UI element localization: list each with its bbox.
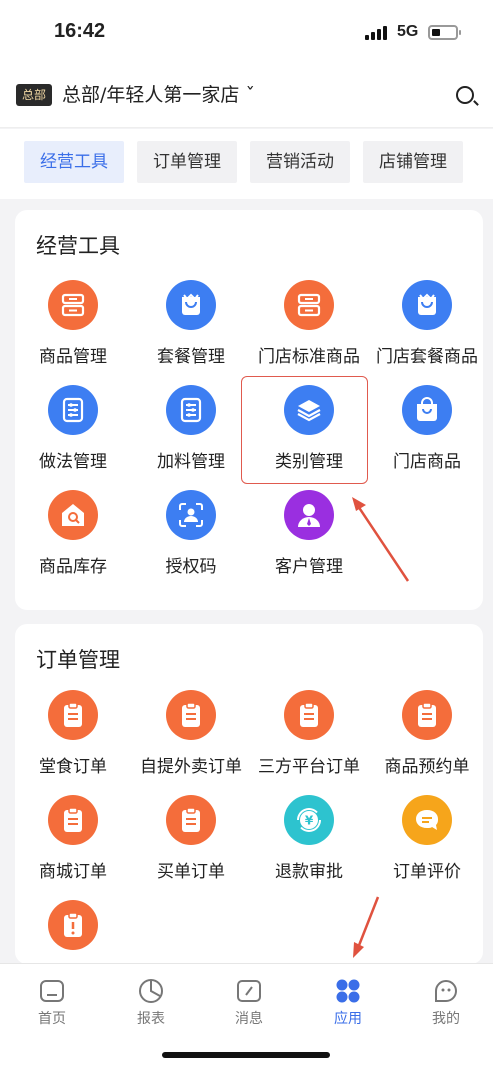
apps-icon — [335, 978, 361, 1004]
nav-profile[interactable]: 我的 — [416, 978, 476, 1028]
clipboard-icon — [48, 795, 98, 845]
nav-label: 应用 — [334, 1011, 362, 1027]
nav-label: 我的 — [432, 1011, 460, 1027]
store-icon — [48, 280, 98, 330]
app-tile-label: 商品预约单 — [384, 757, 470, 777]
status-bar: 16:42 5G — [0, 0, 493, 68]
app-tile[interactable]: 三方平台订单 — [250, 690, 368, 777]
tab-store-management[interactable]: 店铺管理 — [363, 141, 463, 183]
app-tile-label: 商品库存 — [39, 557, 107, 577]
app-tile[interactable]: 商品库存 — [14, 490, 132, 577]
app-tile-label: 买单订单 — [157, 862, 225, 882]
section-title: 订单管理 — [36, 648, 120, 672]
nav-home[interactable]: 首页 — [22, 978, 82, 1028]
app-tile[interactable]: 做法管理 — [14, 385, 132, 472]
app-tile[interactable]: 客户管理 — [250, 490, 368, 577]
clipboard-icon — [48, 690, 98, 740]
list-icon — [166, 385, 216, 435]
bottom-nav: 首页 报表 消息 应用 我的 — [0, 963, 493, 1065]
app-tile-label: 堂食订单 — [39, 757, 107, 777]
bag-icon — [402, 280, 452, 330]
app-tile-label: 套餐管理 — [157, 347, 225, 367]
app-tile-label: 商品管理 — [39, 347, 107, 367]
home-indicator — [162, 1052, 330, 1058]
app-tile[interactable]: 门店标准商品 — [250, 280, 368, 367]
app-tile[interactable]: 买单订单 — [132, 795, 250, 882]
app-tile[interactable]: 授权码 — [132, 490, 250, 577]
app-tile-label: 三方平台订单 — [258, 757, 360, 777]
chart-icon — [138, 978, 164, 1004]
nav-messages[interactable]: 消息 — [219, 978, 279, 1028]
nav-label: 首页 — [38, 1011, 66, 1027]
nav-apps[interactable]: 应用 — [318, 978, 378, 1028]
profile-icon — [433, 978, 459, 1004]
clipboard-icon — [166, 795, 216, 845]
app-tile-label: 商城订单 — [39, 862, 107, 882]
app-tile-label: 门店标准商品 — [258, 347, 360, 367]
shopping-bag-icon — [402, 385, 452, 435]
hq-badge: 总部 — [16, 84, 52, 106]
clipboard-icon — [166, 690, 216, 740]
scan-face-icon — [166, 490, 216, 540]
bag-icon — [166, 280, 216, 330]
refund-icon: ¥ — [284, 795, 334, 845]
svg-text:¥: ¥ — [305, 814, 314, 828]
app-tile-label: 门店套餐商品 — [376, 347, 478, 367]
nav-label: 报表 — [137, 1011, 165, 1027]
app-tile-label: 订单评价 — [393, 862, 461, 882]
app-tile[interactable] — [14, 900, 132, 950]
store-icon — [284, 280, 334, 330]
app-tile[interactable]: 门店套餐商品 — [368, 280, 486, 367]
comment-icon — [402, 795, 452, 845]
app-tile[interactable]: 堂食订单 — [14, 690, 132, 777]
app-tile[interactable]: 商品预约单 — [368, 690, 486, 777]
clipboard-icon — [284, 690, 334, 740]
home-icon — [39, 978, 65, 1004]
section-title: 经营工具 — [36, 234, 120, 258]
battery-icon — [428, 25, 461, 40]
app-tile-label: 授权码 — [165, 557, 217, 577]
list-icon — [48, 385, 98, 435]
app-tile[interactable]: 加料管理 — [132, 385, 250, 472]
app-tile-label: 门店商品 — [393, 452, 461, 472]
status-time: 16:42 — [54, 20, 106, 42]
warehouse-icon — [48, 490, 98, 540]
nav-label: 消息 — [235, 1011, 263, 1027]
app-tile-label: 退款审批 — [275, 862, 343, 882]
store-selector[interactable]: 总部/年轻人第一家店 ˇ — [62, 80, 255, 107]
app-tile-label: 做法管理 — [39, 452, 107, 472]
store-header: 总部 总部/年轻人第一家店 ˇ — [0, 68, 493, 128]
app-tile[interactable]: 订单评价 — [368, 795, 486, 882]
tab-marketing[interactable]: 营销活动 — [250, 141, 350, 183]
app-tile[interactable]: 套餐管理 — [132, 280, 250, 367]
app-tile-label: 自提外卖订单 — [140, 757, 242, 777]
app-tile-label: 客户管理 — [275, 557, 343, 577]
tab-order-management[interactable]: 订单管理 — [137, 141, 237, 183]
alert-clipboard-icon — [48, 900, 98, 950]
highlight-box — [241, 376, 368, 484]
app-tile[interactable]: 自提外卖订单 — [132, 690, 250, 777]
message-icon — [236, 978, 262, 1004]
tab-business-tools[interactable]: 经营工具 — [24, 141, 124, 183]
app-tile[interactable]: ¥ 退款审批 — [250, 795, 368, 882]
app-tile[interactable]: 商城订单 — [14, 795, 132, 882]
search-icon[interactable] — [456, 86, 474, 104]
app-tile[interactable]: 商品管理 — [14, 280, 132, 367]
nav-reports[interactable]: 报表 — [121, 978, 181, 1028]
user-icon — [284, 490, 334, 540]
signal-icon — [365, 26, 387, 40]
clipboard-icon — [402, 690, 452, 740]
app-tile[interactable]: 门店商品 — [368, 385, 486, 472]
category-tab-bar: 经营工具 订单管理 营销活动 店铺管理 — [0, 129, 493, 199]
app-tile-label: 加料管理 — [157, 452, 225, 472]
network-label: 5G — [397, 23, 419, 40]
